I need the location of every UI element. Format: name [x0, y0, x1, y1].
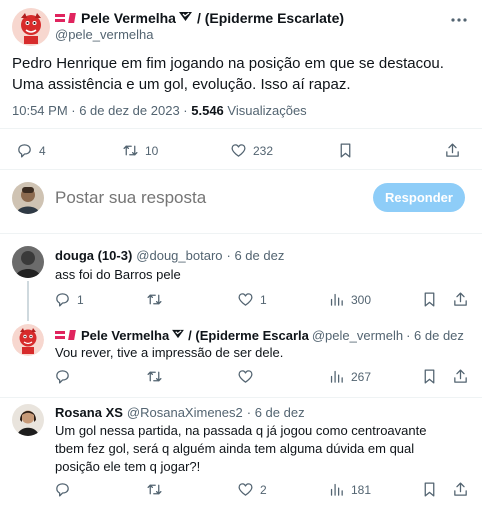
- handle[interactable]: @RosanaXimenes2: [127, 405, 243, 420]
- flag-icon: [55, 331, 65, 339]
- heart-icon: [238, 483, 253, 496]
- views-count: 181: [351, 482, 372, 497]
- reply-count: 4: [39, 143, 46, 158]
- verified-icon: [172, 326, 185, 344]
- bookmark-button[interactable]: [421, 368, 438, 385]
- bookmark-button[interactable]: [337, 142, 354, 159]
- display-name[interactable]: Pele Vermelha: [81, 328, 169, 343]
- share-icon: [446, 143, 459, 157]
- tweet-time[interactable]: 10:54 PM · 6 de dez de 2023 ·: [12, 103, 188, 118]
- display-name-suffix: / (Epiderme Escarlate): [196, 10, 345, 26]
- views-label: Visualizações: [227, 103, 307, 118]
- display-name[interactable]: douga (10-3): [55, 248, 132, 263]
- retweet-button[interactable]: [146, 481, 169, 498]
- views-icon: [330, 483, 343, 496]
- reply-date[interactable]: · 6 de dez: [227, 248, 285, 263]
- views-count: 5.546: [191, 103, 224, 118]
- reply-button[interactable]: [54, 481, 77, 498]
- avatar[interactable]: [12, 324, 44, 356]
- reply-input[interactable]: [55, 186, 355, 210]
- views-icon: [330, 370, 343, 383]
- bookmark-icon: [424, 292, 435, 307]
- reply-icon: [56, 293, 69, 307]
- display-name[interactable]: Pele Vermelha: [81, 10, 176, 26]
- thread-line: [27, 281, 29, 321]
- share-button[interactable]: [452, 481, 469, 498]
- retweet-button[interactable]: [146, 291, 169, 308]
- retweet-icon: [147, 371, 162, 382]
- share-icon: [454, 292, 467, 306]
- retweet-icon: [147, 484, 162, 495]
- avatar: [12, 182, 44, 214]
- ellipsis-icon[interactable]: [450, 10, 468, 28]
- reply-text: Vou rever, tive a impressão de ser dele.: [55, 345, 284, 360]
- retweet-icon: [123, 145, 138, 156]
- tweet-header: Pele Vermelha / (Epiderme Escarlate): [55, 9, 344, 27]
- bookmark-icon: [340, 143, 351, 158]
- avatar[interactable]: [12, 246, 44, 278]
- share-button[interactable]: [452, 368, 469, 385]
- share-button[interactable]: [452, 291, 469, 308]
- like-button[interactable]: 2: [237, 481, 267, 498]
- like-count: 1: [260, 292, 267, 307]
- retweet-icon: [147, 294, 162, 305]
- retweet-button[interactable]: [146, 368, 169, 385]
- display-name-suffix: / (Epiderme Escarla: [188, 327, 309, 343]
- avatar[interactable]: [12, 8, 50, 46]
- flag-icon: [55, 14, 65, 22]
- reply-count: 1: [77, 292, 84, 307]
- bookmark-icon: [424, 369, 435, 384]
- handle[interactable]: @doug_botaro: [136, 248, 222, 263]
- share-icon: [454, 482, 467, 496]
- reply-date[interactable]: · 6 de dez: [406, 328, 464, 343]
- tweet-text: Pedro Henrique em fim jogando na posição…: [12, 55, 444, 93]
- retweet-count: 10: [145, 143, 159, 158]
- reply-header: Pele Vermelha / (Epiderme Escarla @pele_…: [55, 326, 475, 344]
- verified-icon: [178, 9, 192, 27]
- share-icon: [454, 369, 467, 383]
- views-icon: [330, 293, 343, 306]
- views-button[interactable]: 300: [328, 291, 371, 308]
- retweet-button[interactable]: 10: [122, 142, 158, 159]
- reply-header: Rosana XS @RosanaXimenes2 · 6 de dez: [55, 405, 305, 420]
- bookmark-button[interactable]: [421, 481, 438, 498]
- views-button[interactable]: 267: [328, 368, 371, 385]
- flag-icon: [68, 330, 76, 340]
- display-name[interactable]: Rosana XS: [55, 405, 123, 420]
- like-button[interactable]: 232: [230, 142, 273, 159]
- like-button[interactable]: 1: [237, 291, 267, 308]
- handle[interactable]: @pele_vermelh: [312, 328, 403, 343]
- flag-icon: [68, 13, 76, 23]
- views-count: 267: [351, 369, 372, 384]
- like-count: 232: [253, 143, 274, 158]
- views-count: 300: [351, 292, 372, 307]
- like-count: 2: [260, 482, 267, 497]
- heart-icon: [231, 144, 246, 157]
- avatar[interactable]: [12, 404, 44, 436]
- bookmark-button[interactable]: [421, 291, 438, 308]
- heart-icon: [238, 293, 253, 306]
- reply-header: douga (10-3) @doug_botaro · 6 de dez: [55, 248, 284, 263]
- reply-button[interactable]: 1: [54, 291, 84, 308]
- like-button[interactable]: [237, 368, 260, 385]
- share-button[interactable]: [444, 142, 461, 159]
- bookmark-icon: [424, 482, 435, 497]
- reply-date[interactable]: · 6 de dez: [247, 405, 305, 420]
- reply-icon: [56, 483, 69, 497]
- heart-icon: [238, 370, 253, 383]
- reply-icon: [18, 144, 31, 158]
- reply-button[interactable]: 4: [16, 142, 46, 159]
- reply-text: ass foi do Barros pele: [55, 267, 181, 282]
- reply-text: Um gol nessa partida, na passada q já jo…: [55, 423, 427, 474]
- reply-submit-button[interactable]: Responder: [373, 183, 465, 212]
- handle[interactable]: @pele_vermelha: [55, 27, 153, 42]
- reply-button[interactable]: [54, 368, 77, 385]
- reply-icon: [56, 370, 69, 384]
- views-button[interactable]: 181: [328, 481, 371, 498]
- tweet-meta: 10:54 PM · 6 de dez de 2023 · 5.546 Visu…: [12, 103, 307, 118]
